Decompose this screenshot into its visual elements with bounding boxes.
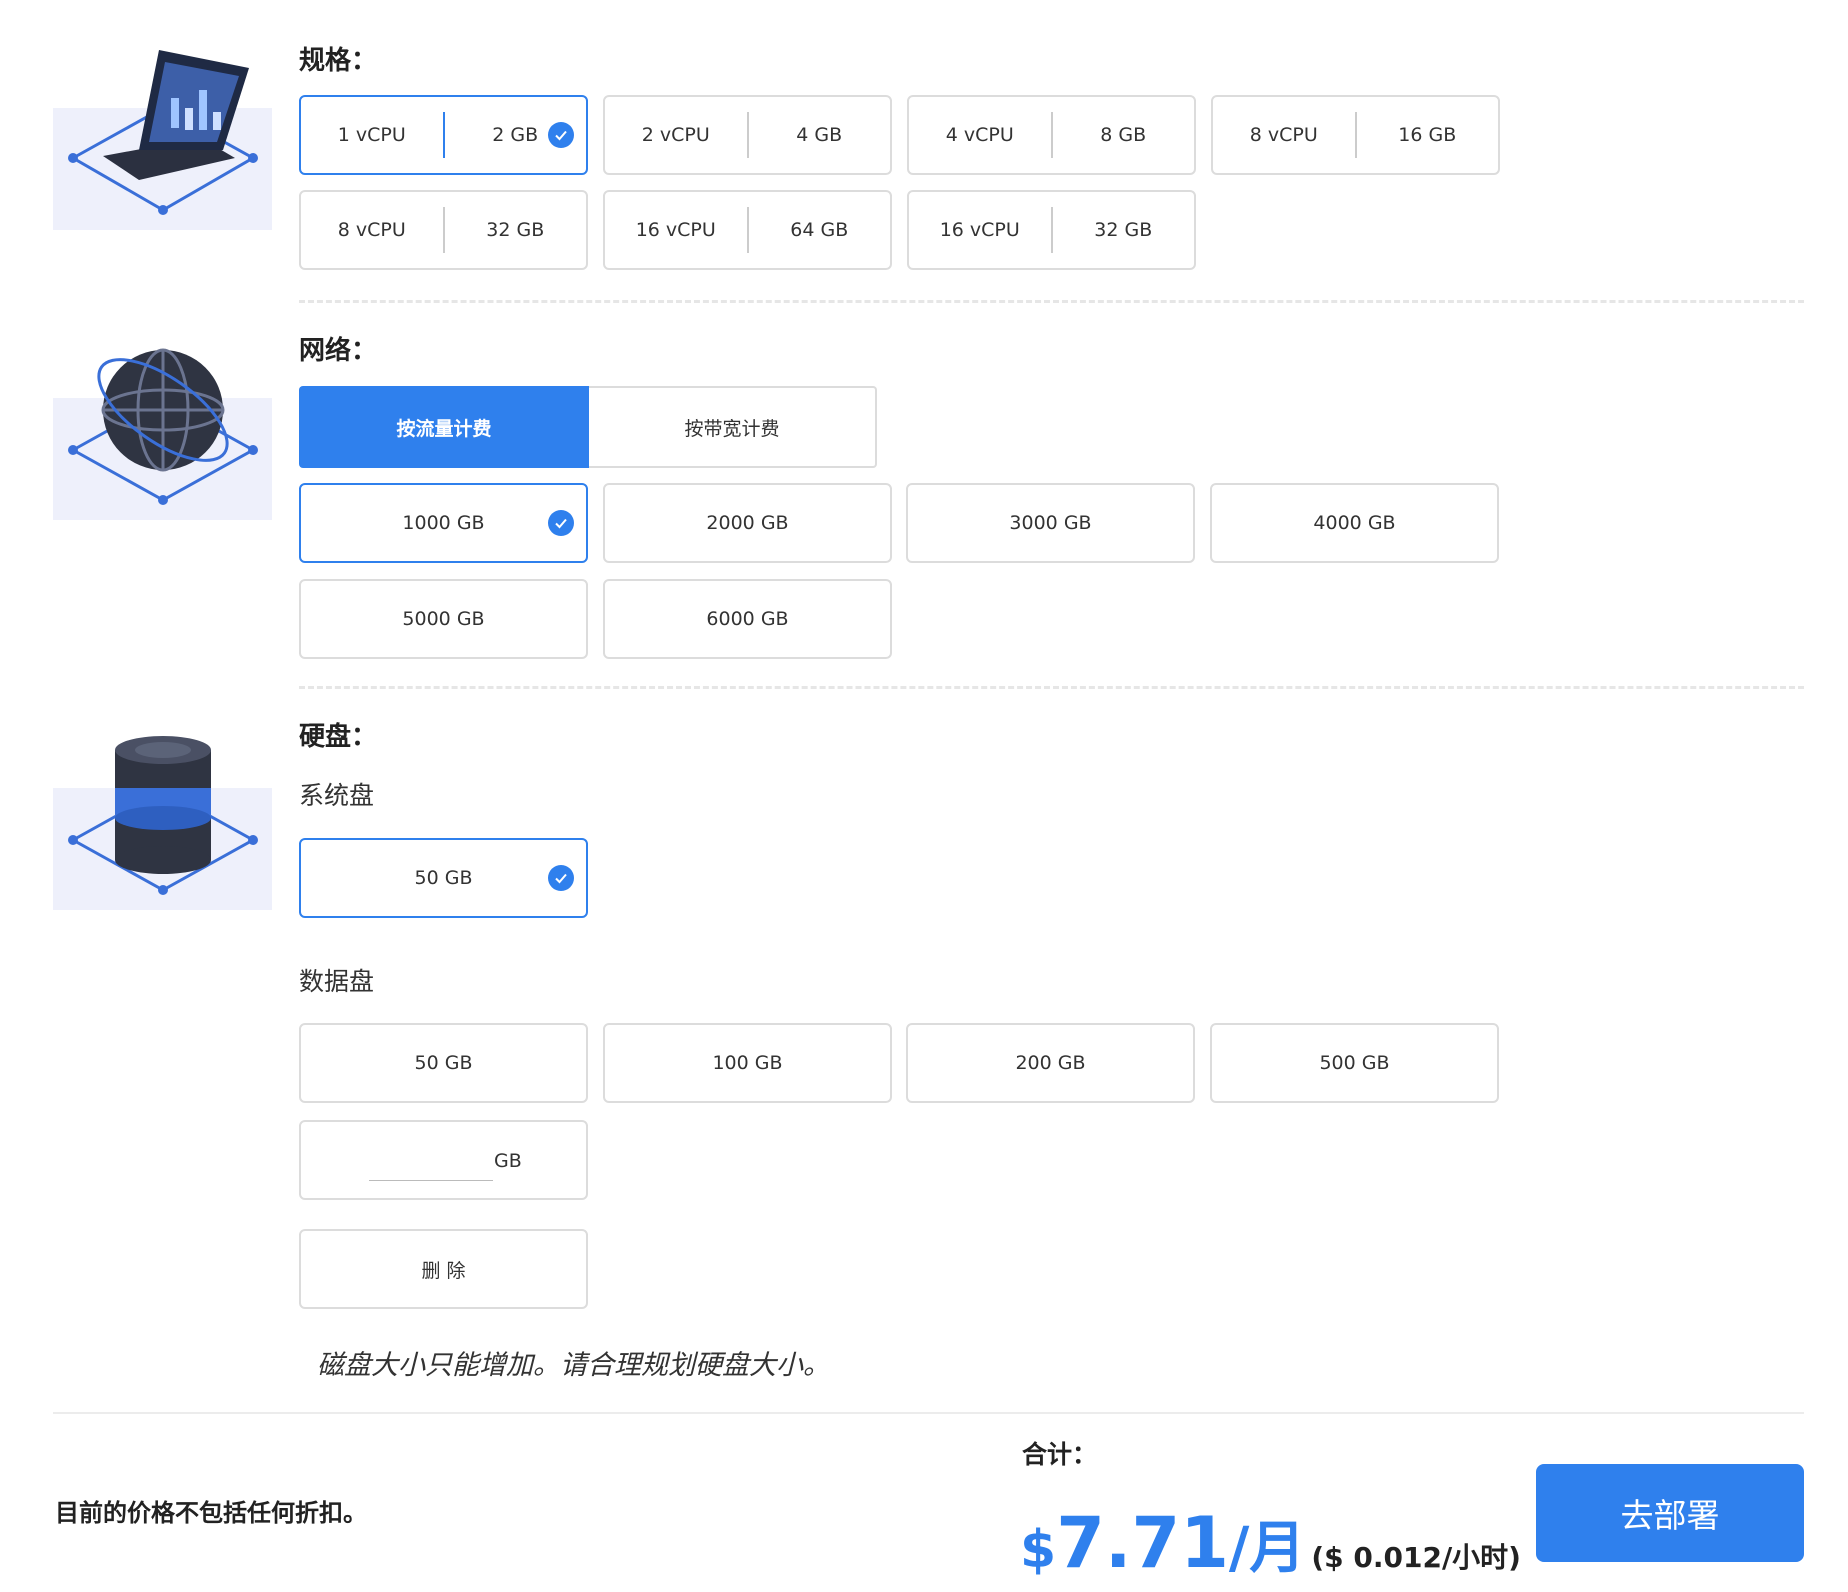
globe-icon xyxy=(68,348,258,505)
total-label: 合计： xyxy=(1022,1440,1098,1469)
billing-traffic-tab[interactable]: 按流量计费 xyxy=(299,386,589,468)
laptop-illustration xyxy=(53,50,272,230)
spec-cpu: 1 vCPU xyxy=(337,124,406,146)
spec-cpu: 8 vCPU xyxy=(1249,124,1318,146)
data-disk-label: 数据盘 xyxy=(299,967,375,996)
data-disk-size: 100 GB xyxy=(712,1052,783,1074)
data-disk-option-200[interactable]: 200 GB xyxy=(906,1023,1195,1103)
spec-cpu: 16 vCPU xyxy=(939,219,1020,241)
spec-option-5[interactable]: 8 vCPU 32 GB xyxy=(299,190,588,270)
traffic-label: 4000 GB xyxy=(1313,512,1396,534)
laptop-icon xyxy=(68,50,258,215)
custom-disk-box: GB xyxy=(299,1120,588,1200)
check-icon xyxy=(548,865,574,891)
spec-mem: 8 GB xyxy=(1100,124,1147,146)
traffic-option-6000[interactable]: 6000 GB xyxy=(603,579,892,659)
data-disk-option-50[interactable]: 50 GB xyxy=(299,1023,588,1103)
spec-option-1[interactable]: 1 vCPU 2 GB xyxy=(299,95,588,175)
check-icon xyxy=(548,122,574,148)
disk-title: 硬盘： xyxy=(299,722,378,752)
spec-mem: 64 GB xyxy=(790,219,849,241)
data-disk-size: 200 GB xyxy=(1015,1052,1086,1074)
traffic-label: 3000 GB xyxy=(1009,512,1092,534)
data-disk-size: 50 GB xyxy=(414,1052,473,1074)
spec-cpu: 4 vCPU xyxy=(945,124,1014,146)
spec-cpu: 8 vCPU xyxy=(337,219,406,241)
price-hourly: ($ 0.012/小时) xyxy=(1311,1541,1521,1574)
disk-illustration xyxy=(53,730,272,910)
system-disk-size: 50 GB xyxy=(414,867,473,889)
check-icon xyxy=(548,510,574,536)
spec-mem: 16 GB xyxy=(1398,124,1457,146)
disk-icon xyxy=(68,736,258,895)
spec-option-2[interactable]: 2 vCPU 4 GB xyxy=(603,95,892,175)
delete-label: 删 除 xyxy=(421,1259,466,1282)
price-amount: 7.71 xyxy=(1056,1502,1229,1584)
custom-disk-size-input[interactable] xyxy=(369,1146,493,1181)
footer-divider xyxy=(53,1412,1804,1414)
spec-option-4[interactable]: 8 vCPU 16 GB xyxy=(1211,95,1500,175)
data-disk-option-100[interactable]: 100 GB xyxy=(603,1023,892,1103)
traffic-label: 1000 GB xyxy=(402,512,485,534)
traffic-option-3000[interactable]: 3000 GB xyxy=(906,483,1195,563)
delete-disk-button[interactable]: 删 除 xyxy=(299,1229,588,1309)
traffic-option-1000[interactable]: 1000 GB xyxy=(299,483,588,563)
spec-mem: 32 GB xyxy=(1094,219,1153,241)
price-disclaimer: 目前的价格不包括任何折扣。 xyxy=(55,1499,367,1527)
spec-cpu: 2 vCPU xyxy=(641,124,710,146)
spec-option-3[interactable]: 4 vCPU 8 GB xyxy=(907,95,1196,175)
system-disk-option[interactable]: 50 GB xyxy=(299,838,588,918)
traffic-label: 5000 GB xyxy=(402,608,485,630)
disk-note: 磁盘大小只能增加。请合理规划硬盘大小。 xyxy=(317,1350,830,1381)
traffic-label: 2000 GB xyxy=(706,512,789,534)
data-disk-size: 500 GB xyxy=(1319,1052,1390,1074)
spec-title: 规格： xyxy=(299,46,378,76)
traffic-label: 6000 GB xyxy=(706,608,789,630)
custom-disk-unit: GB xyxy=(494,1150,522,1172)
data-disk-option-500[interactable]: 500 GB xyxy=(1210,1023,1499,1103)
spec-option-7[interactable]: 16 vCPU 32 GB xyxy=(907,190,1196,270)
price-currency: $ xyxy=(1020,1520,1057,1580)
traffic-option-4000[interactable]: 4000 GB xyxy=(1210,483,1499,563)
spec-cpu: 16 vCPU xyxy=(635,219,716,241)
deploy-button[interactable]: 去部署 xyxy=(1536,1464,1804,1562)
spec-option-6[interactable]: 16 vCPU 64 GB xyxy=(603,190,892,270)
network-title: 网络： xyxy=(299,336,378,366)
total-price: $7.71/月 ($ 0.012/小时) xyxy=(1020,1502,1521,1584)
section-divider xyxy=(299,686,1804,689)
spec-mem: 32 GB xyxy=(486,219,545,241)
system-disk-label: 系统盘 xyxy=(299,781,375,810)
section-divider xyxy=(299,300,1804,303)
globe-illustration xyxy=(53,340,272,520)
spec-mem: 4 GB xyxy=(796,124,843,146)
traffic-option-2000[interactable]: 2000 GB xyxy=(603,483,892,563)
traffic-option-5000[interactable]: 5000 GB xyxy=(299,579,588,659)
price-period: /月 xyxy=(1228,1516,1306,1581)
billing-bandwidth-tab[interactable]: 按带宽计费 xyxy=(589,386,877,468)
